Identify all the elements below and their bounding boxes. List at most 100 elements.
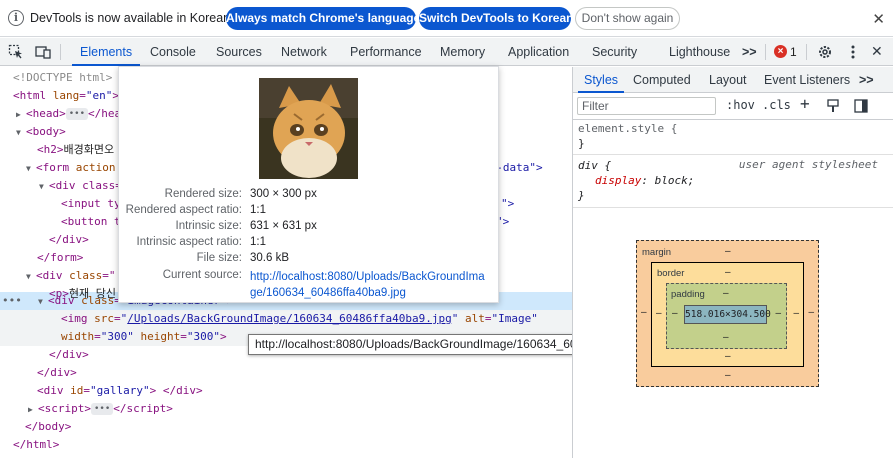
tab-performance[interactable]: Performance [350, 38, 422, 66]
form-div-node[interactable]: ▼ <div class= [39, 177, 122, 195]
html-close: </html> [13, 438, 60, 451]
script-node[interactable]: ▶ <script> ••• </script> [28, 400, 173, 418]
device-toolbar-icon[interactable] [35, 44, 51, 60]
toolbar-divider [806, 44, 807, 60]
tab-lighthouse[interactable]: Lighthouse [669, 38, 730, 66]
tab-sources[interactable]: Sources [216, 38, 262, 66]
box-model-padding[interactable]: padding – – – – 518.016×304.500 [666, 283, 787, 349]
dont-show-again-button[interactable]: Don't show again [575, 7, 680, 30]
inspect-element-icon[interactable] [8, 44, 24, 60]
collapse-arrow-icon[interactable]: ▼ [16, 124, 26, 142]
input-node[interactable]: <input ty [61, 195, 121, 213]
rule-close-brace: } [578, 189, 585, 202]
node-actions-ellipsis[interactable]: ••• [2, 292, 22, 310]
img-src-link[interactable]: /Uploads/BackGroundImage/160634_60486ffa… [127, 312, 452, 325]
div-uas-rule[interactable]: user agent stylesheet div { display: blo… [573, 158, 893, 208]
form-close: </form> [37, 251, 84, 264]
doctype-node[interactable]: <!DOCTYPE html> [13, 69, 112, 87]
margin-top-value[interactable]: – [725, 246, 731, 257]
tab-elements[interactable]: Elements [71, 38, 141, 66]
padding-left-value[interactable]: – [672, 308, 678, 319]
language-infobar: i DevTools is now available in Korean! A… [0, 0, 893, 37]
padding-right-value[interactable]: – [775, 308, 781, 319]
info-icon: i [8, 10, 24, 26]
intrinsic-size-value: 631 × 631 px [250, 220, 317, 232]
img-node[interactable]: <img src="/Uploads/BackGroundImage/16063… [61, 310, 538, 328]
head-node[interactable]: ▶ <head> ••• </head> [16, 105, 134, 123]
more-options-icon[interactable] [845, 44, 861, 60]
collapse-arrow-icon[interactable]: ▼ [26, 160, 36, 178]
element-state-icon[interactable] [826, 99, 840, 113]
form-node[interactable]: ▼ <form action [26, 159, 116, 177]
file-size-label: File size: [196, 252, 242, 264]
tab-security[interactable]: Security [592, 38, 637, 66]
body-close: </body> [25, 420, 72, 433]
tab-styles[interactable]: Styles [577, 67, 625, 93]
collapsed-ellipsis[interactable]: ••• [90, 403, 114, 415]
intrinsic-size-label: Intrinsic size: [175, 220, 242, 232]
error-count[interactable]: 1 [790, 38, 797, 66]
close-devtools-icon[interactable]: ✕ [871, 43, 883, 60]
tab-network[interactable]: Network [281, 38, 327, 66]
button-node[interactable]: <button t [61, 213, 121, 231]
element-style-rule[interactable]: element.style { } [573, 121, 893, 155]
box-model-margin[interactable]: margin – – – – border – – – – padding – … [636, 240, 819, 387]
tab-application[interactable]: Application [508, 38, 569, 66]
img-node-attrs[interactable]: width="300" height="300"> [61, 328, 227, 346]
body-node[interactable]: ▼ <body> [16, 123, 66, 141]
margin-bottom-value[interactable]: – [725, 370, 731, 381]
more-tabs-button[interactable]: >> [742, 38, 757, 66]
padding-bottom-value[interactable]: – [723, 332, 729, 343]
border-left-value[interactable]: – [656, 308, 662, 319]
more-sidebar-tabs-button[interactable]: >> [859, 67, 874, 93]
current-source-link[interactable]: http://localhost:8080/Uploads/BackGround… [250, 269, 490, 301]
image-preview-thumbnail [259, 78, 358, 179]
image-preview-popover: Rendered size: 300 × 300 px Rendered asp… [118, 66, 499, 303]
collapse-arrow-icon[interactable]: ▼ [39, 178, 49, 196]
gallary-div-node[interactable]: <div id="gallary"> </div> [37, 382, 203, 400]
close-icon[interactable]: ✕ [872, 10, 885, 28]
sidebar-tabbar: Styles Computed Layout Event Listeners >… [573, 67, 893, 93]
expand-arrow-icon[interactable]: ▶ [28, 401, 38, 419]
expand-arrow-icon[interactable]: ▶ [16, 106, 26, 124]
collapse-arrow-icon[interactable]: ▼ [38, 293, 48, 311]
padding-top-value[interactable]: – [723, 288, 729, 299]
intrinsic-aspect-label: Intrinsic aspect ratio: [136, 236, 242, 248]
border-right-value[interactable]: – [793, 308, 799, 319]
margin-label: margin [642, 247, 672, 258]
tab-computed[interactable]: Computed [633, 67, 691, 93]
rendered-aspect-label: Rendered aspect ratio: [125, 204, 242, 216]
box-model-content-size[interactable]: 518.016×304.500 [684, 305, 771, 324]
cls-toggle-button[interactable]: .cls [762, 98, 791, 112]
input-node-tail: "> [501, 197, 515, 210]
infobar-message: DevTools is now available in Korean! [30, 11, 234, 25]
current-source-label: Current source: [162, 269, 242, 281]
always-match-language-button[interactable]: Always match Chrome's language [226, 7, 420, 30]
error-icon[interactable]: × [774, 45, 787, 58]
toggle-computed-sidebar-icon[interactable] [854, 99, 868, 113]
new-style-rule-icon[interactable]: + [800, 94, 810, 113]
hov-toggle-button[interactable]: :hov [726, 98, 755, 112]
border-top-value[interactable]: – [725, 267, 731, 278]
border-bottom-value[interactable]: – [725, 351, 731, 362]
collapsed-ellipsis[interactable]: ••• [65, 108, 89, 120]
collapse-arrow-icon[interactable]: ▼ [26, 268, 36, 286]
tab-event-listeners[interactable]: Event Listeners [764, 67, 850, 93]
margin-left-value[interactable]: – [641, 307, 647, 318]
tab-console[interactable]: Console [150, 38, 196, 66]
border-label: border [657, 268, 685, 279]
switch-to-korean-button[interactable]: Switch DevTools to Korean [419, 7, 573, 30]
display-declaration[interactable]: display: block; [573, 173, 893, 188]
styles-filter-input[interactable] [577, 97, 716, 115]
settings-gear-icon[interactable] [817, 44, 833, 60]
tab-memory[interactable]: Memory [440, 38, 485, 66]
box-model-border[interactable]: border – – – – padding – – – – 518.016×3… [651, 262, 804, 367]
element-style-selector: element.style { [578, 122, 678, 135]
margin-right-value[interactable]: – [808, 307, 814, 318]
html-node[interactable]: <html lang="en"> [13, 87, 119, 105]
div-close: </div> [49, 233, 89, 246]
container-div-node[interactable]: ▼ <div class=" [26, 267, 116, 285]
div-close: </div> [37, 366, 77, 379]
tab-layout[interactable]: Layout [709, 67, 747, 93]
h2-node[interactable]: <h2>배경화면오 [37, 141, 114, 159]
